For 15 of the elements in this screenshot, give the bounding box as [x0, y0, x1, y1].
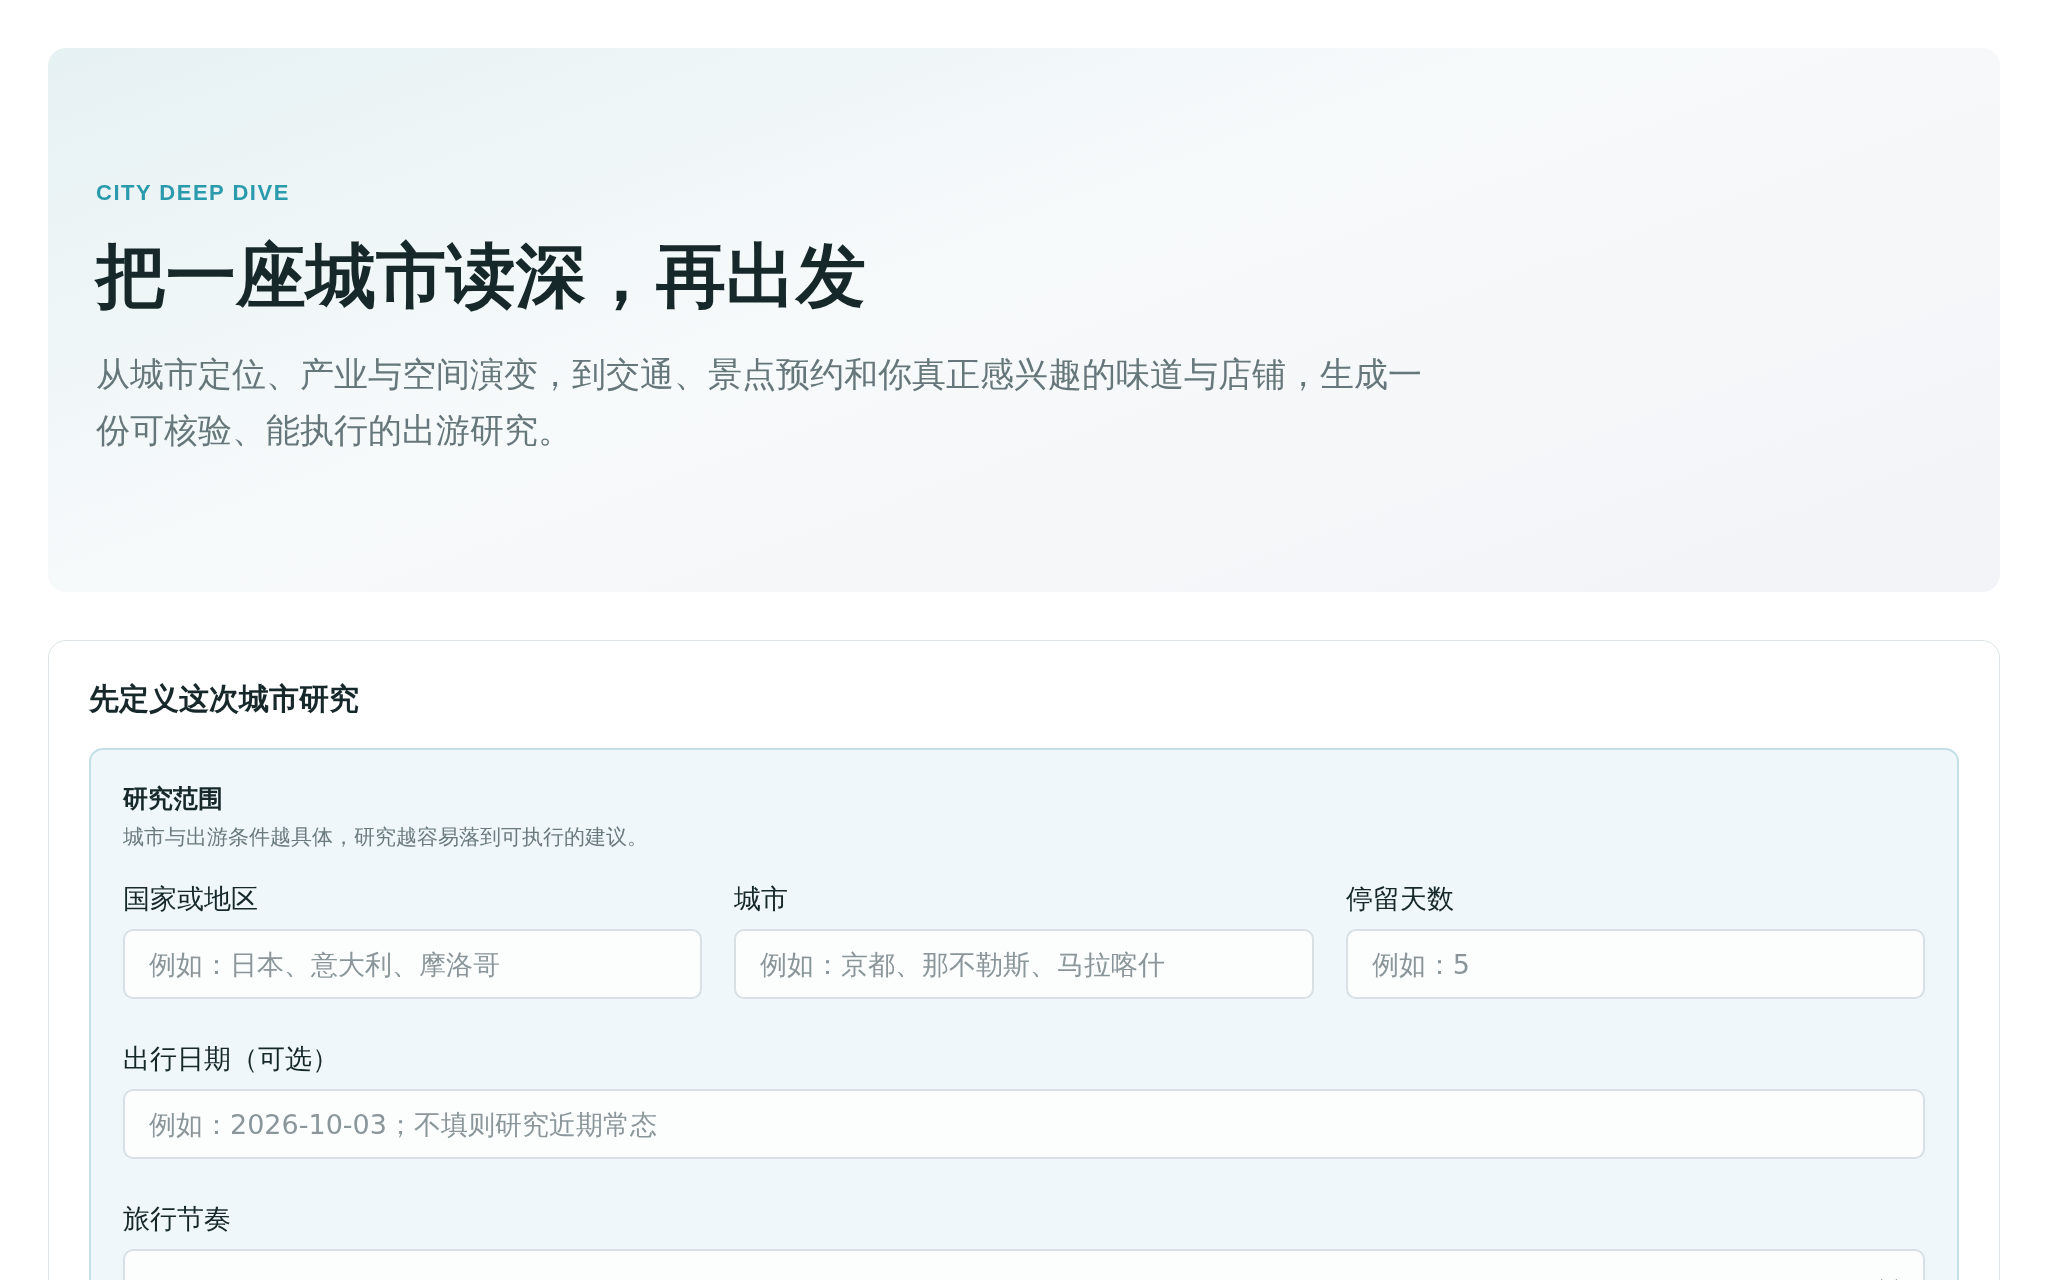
hero-title: 把一座城市读深，再出发: [96, 234, 867, 318]
input-field[interactable]: 例如：日本、意大利、摩洛哥: [123, 929, 703, 999]
eyebrow-label: CITY DEEP DIVE: [96, 180, 291, 206]
input-field[interactable]: 例如：5: [1345, 929, 1925, 999]
field-label: 旅行节奏: [123, 1202, 232, 1236]
field-label: 城市: [734, 882, 790, 916]
field-label: 国家或地区: [123, 882, 259, 916]
field-label: 停留天数: [1345, 882, 1455, 916]
section-title: 研究范围: [123, 783, 224, 815]
field-label: 出行日期（可选）: [123, 1042, 340, 1076]
input-field[interactable]: 例如：京都、那不勒斯、马拉喀什: [734, 929, 1314, 999]
input-field[interactable]: 例如：2026-10-03；不填则研究近期常态: [123, 1089, 1925, 1159]
form-title: 先定义这次城市研究: [89, 680, 360, 718]
section-description: 城市与出游条件越具体，研究越容易落到可执行的建议。: [123, 824, 649, 851]
hero-description: 从城市定位、产业与空间演变，到交通、景点预约和你真正感兴趣的味道与店铺，生成一份可核验、能执行的出游研究。: [96, 353, 1423, 452]
